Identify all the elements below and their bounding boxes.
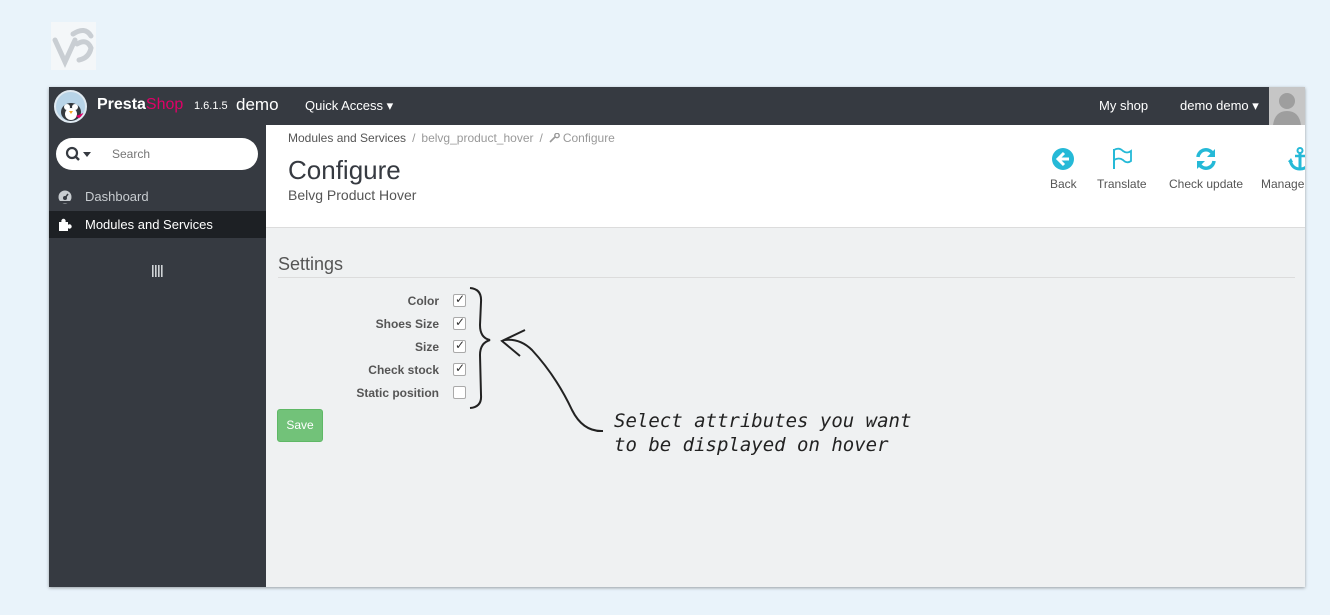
static-position-checkbox[interactable] bbox=[453, 386, 466, 399]
sidebar-item-modules[interactable]: Modules and Services bbox=[49, 211, 266, 238]
back-button[interactable]: Back bbox=[1050, 147, 1077, 191]
check-update-label: Check update bbox=[1169, 177, 1244, 191]
sidebar-item-dashboard[interactable]: Dashboard bbox=[49, 183, 266, 210]
wrench-icon bbox=[549, 132, 560, 143]
prestashop-logo[interactable] bbox=[54, 90, 87, 123]
avatar[interactable] bbox=[1269, 87, 1305, 125]
main-content: Settings Color Shoes Size Size Check sto… bbox=[266, 228, 1305, 587]
annotation-line: Select attributes you want bbox=[614, 410, 912, 432]
search-box[interactable] bbox=[56, 138, 258, 170]
size-checkbox[interactable] bbox=[453, 338, 466, 353]
breadcrumb-item[interactable]: Modules and Services bbox=[288, 131, 406, 145]
version-label: 1.6.1.5 bbox=[194, 100, 228, 112]
check-stock-checkbox[interactable] bbox=[453, 361, 466, 376]
breadcrumb-current: Configure bbox=[549, 131, 615, 145]
puzzle-icon bbox=[59, 218, 72, 231]
field-label: Check stock bbox=[368, 363, 439, 377]
collapse-menu-icon[interactable] bbox=[151, 265, 163, 277]
breadcrumb-item[interactable]: belvg_product_hover bbox=[421, 131, 533, 145]
my-shop-link[interactable]: My shop bbox=[1099, 98, 1148, 113]
quick-access-menu[interactable]: Quick Access ▾ bbox=[305, 98, 393, 114]
annotation-line: to be displayed on hover bbox=[614, 434, 889, 456]
check-update-button[interactable]: Check update bbox=[1169, 147, 1243, 191]
flag-icon bbox=[1112, 147, 1132, 169]
section-title: Settings bbox=[278, 254, 344, 274]
page-header: Modules and Services / belvg_product_hover… bbox=[266, 125, 1305, 228]
field-label: Shoes Size bbox=[375, 317, 439, 331]
shoes-size-checkbox[interactable] bbox=[453, 315, 466, 330]
back-label: Back bbox=[1050, 177, 1077, 191]
search-icon[interactable] bbox=[65, 145, 95, 163]
manage-hooks-button[interactable]: Manage hooks bbox=[1261, 147, 1305, 191]
translate-label: Translate bbox=[1097, 177, 1147, 191]
back-arrow-icon bbox=[1052, 148, 1075, 170]
top-navbar: PrestaShop 1.6.1.5 demo Quick Access ▾ M… bbox=[49, 87, 1305, 125]
dashboard-icon bbox=[58, 190, 72, 204]
divider bbox=[278, 277, 1295, 278]
brand-name: PrestaShop bbox=[97, 96, 184, 113]
sidebar-item-label: Modules and Services bbox=[85, 217, 213, 232]
shop-name[interactable]: demo bbox=[236, 95, 279, 115]
page-title: Configure bbox=[288, 155, 401, 185]
search-input[interactable] bbox=[112, 146, 242, 162]
save-button[interactable]: Save bbox=[277, 409, 323, 442]
field-label: Static position bbox=[356, 386, 439, 400]
manage-hooks-label: Manage hooks bbox=[1261, 177, 1305, 191]
color-checkbox[interactable] bbox=[453, 292, 466, 307]
field-row-shoes-size: Shoes Size bbox=[316, 314, 466, 334]
sidebar: Dashboard Modules and Services bbox=[49, 125, 266, 587]
refresh-icon bbox=[1196, 148, 1216, 170]
field-row-check-stock: Check stock bbox=[316, 360, 466, 380]
field-label: Color bbox=[407, 294, 439, 308]
field-row-color: Color bbox=[316, 291, 466, 311]
belvg-logo bbox=[51, 22, 96, 70]
field-row-size: Size bbox=[316, 337, 466, 357]
page-subtitle: Belvg Product Hover bbox=[288, 187, 417, 203]
field-row-static-position: Static position bbox=[316, 383, 466, 403]
admin-window: PrestaShop 1.6.1.5 demo Quick Access ▾ M… bbox=[49, 87, 1305, 587]
breadcrumb: Modules and Services / belvg_product_hover… bbox=[288, 131, 615, 145]
anchor-icon bbox=[1288, 147, 1305, 171]
translate-button[interactable]: Translate bbox=[1097, 147, 1147, 191]
annotation-note: Select attributes you want to be display… bbox=[614, 409, 911, 457]
field-label: Size bbox=[414, 340, 439, 354]
sidebar-item-label: Dashboard bbox=[85, 189, 149, 204]
user-menu[interactable]: demo demo ▾ bbox=[1180, 98, 1259, 114]
